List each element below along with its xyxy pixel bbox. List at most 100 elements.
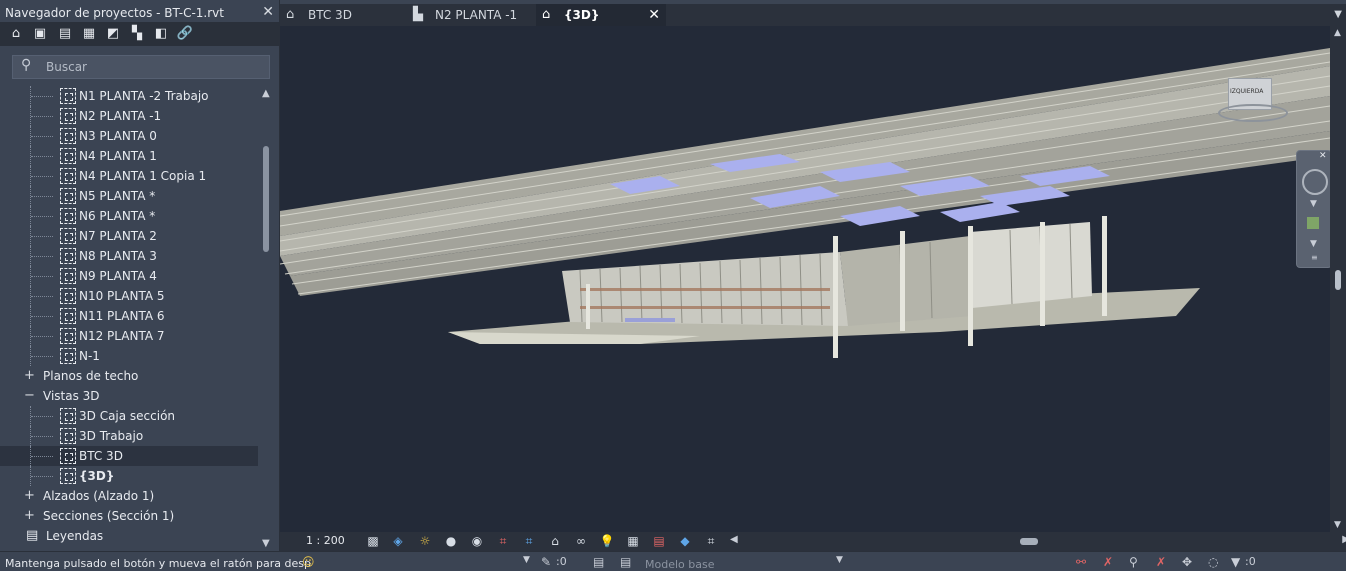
search-box[interactable]: ⚲ Buscar	[12, 55, 270, 79]
search-input[interactable]: Buscar	[46, 60, 87, 74]
link-icon[interactable]: 🔗	[176, 25, 194, 43]
tree-item[interactable]: N10 PLANTA 5	[0, 286, 258, 306]
tree-connector	[31, 116, 53, 117]
search-icon: ⚲	[21, 57, 32, 73]
viewport-vertical-scrollbar[interactable]: ▲ ▼	[1330, 26, 1346, 532]
steering-wheel-icon[interactable]	[1302, 169, 1328, 195]
views-icon[interactable]: ▣	[31, 25, 49, 43]
tree-item-label: Planos de techo	[43, 369, 139, 383]
3d-viewport[interactable]: IZQUIERDA	[280, 26, 1330, 532]
drag-elements-icon[interactable]: ✥	[1182, 555, 1192, 569]
highlight-displacement-icon[interactable]: ◆	[676, 533, 694, 550]
active-model[interactable]: Modelo base	[645, 558, 714, 571]
analytical-model-icon[interactable]: ▤	[650, 533, 668, 550]
tab-menu-icon[interactable]: ▼	[1334, 4, 1342, 26]
lock-3d-icon[interactable]: ⌂	[546, 533, 564, 550]
scale-selector[interactable]: 1 : 200	[306, 534, 345, 547]
temporary-hide-icon[interactable]: ∞	[572, 533, 590, 550]
tree-item[interactable]: {3D}	[0, 466, 258, 486]
view-icon	[60, 88, 76, 104]
show-crop-region-icon[interactable]: ⌗	[520, 533, 538, 550]
reveal-constraints-icon[interactable]: ⌗	[702, 533, 720, 550]
design-options-icon[interactable]: ▤	[593, 555, 604, 569]
scroll-up-icon[interactable]: ▲	[1334, 28, 1341, 38]
scroll-up-icon[interactable]: ▲	[262, 88, 270, 99]
tree-item[interactable]: 3D Trabajo	[0, 426, 258, 446]
view-icon	[60, 288, 76, 304]
tree-item[interactable]: + Alzados (Alzado 1)	[0, 486, 258, 506]
close-icon[interactable]: ✕	[1319, 151, 1327, 161]
tree-item[interactable]: N3 PLANTA 0	[0, 126, 258, 146]
tree-item[interactable]: N4 PLANTA 1 Copia 1	[0, 166, 258, 186]
tree-item[interactable]: N8 PLANTA 3	[0, 246, 258, 266]
sun-path-icon[interactable]: ☼	[416, 533, 434, 550]
scroll-right-icon[interactable]: ▶	[1342, 534, 1346, 545]
editable-only-icon[interactable]: ✎	[541, 555, 551, 569]
tree-item-label: N1 PLANTA -2 Trabajo	[79, 89, 209, 103]
tree-item[interactable]: BTC 3D	[0, 446, 258, 466]
scroll-thumb[interactable]	[1335, 270, 1341, 290]
tree-item[interactable]: N11 PLANTA 6	[0, 306, 258, 326]
revit-links-icon[interactable]: ◧	[152, 25, 170, 43]
expand-icon[interactable]: +	[24, 506, 35, 526]
rendering-icon[interactable]: ◉	[468, 533, 486, 550]
tree-item[interactable]: − Vistas 3D	[0, 386, 258, 406]
layers-icon[interactable]: ▤	[620, 555, 631, 569]
chevron-down-icon[interactable]: ▼	[1310, 239, 1317, 249]
close-icon[interactable]: ✕	[262, 4, 274, 20]
home-icon[interactable]: ⌂	[7, 25, 25, 43]
tree-item[interactable]: N2 PLANTA -1	[0, 106, 258, 126]
select-links-icon[interactable]: ⚯	[1076, 555, 1086, 569]
tree-item[interactable]: N9 PLANTA 4	[0, 266, 258, 286]
tree-item[interactable]: N12 PLANTA 7	[0, 326, 258, 346]
scroll-thumb[interactable]	[263, 146, 269, 252]
tree-connector	[31, 316, 53, 317]
chevron-down-icon[interactable]: ▼	[523, 555, 530, 565]
chevron-down-icon[interactable]: ▼	[836, 555, 843, 565]
filter-icon[interactable]: ▼	[1231, 555, 1240, 569]
tree-item[interactable]: N7 PLANTA 2	[0, 226, 258, 246]
browser-scrollbar[interactable]: ▲ ▼	[258, 86, 278, 551]
worksharing-icon[interactable]: ▦	[624, 533, 642, 550]
collapse-icon[interactable]: −	[24, 386, 35, 406]
tree-item[interactable]: + Planos de techo	[0, 366, 258, 386]
expand-icon[interactable]: +	[24, 366, 35, 386]
options-icon[interactable]: ≡	[1311, 253, 1318, 262]
tab-n2-planta[interactable]: ▙ N2 PLANTA -1	[407, 4, 535, 26]
tree-item[interactable]: + Secciones (Sección 1)	[0, 506, 258, 526]
schedules-icon[interactable]: ▦	[80, 25, 98, 43]
viewcube[interactable]: IZQUIERDA	[1218, 78, 1288, 122]
scroll-down-icon[interactable]: ▼	[262, 538, 270, 549]
expand-icon[interactable]: +	[24, 486, 35, 506]
tree-item[interactable]: N-1	[0, 346, 258, 366]
scroll-left-icon[interactable]: ◀	[730, 534, 738, 545]
sheets-icon[interactable]: ▤	[56, 25, 74, 43]
scroll-thumb[interactable]	[1020, 538, 1038, 545]
filter-count: :0	[1245, 555, 1256, 568]
tab-3d[interactable]: ⌂ {3D} ✕	[536, 4, 666, 26]
viewport-horizontal-scrollbar[interactable]: ◀ ▶	[726, 532, 1346, 551]
select-pinned-icon[interactable]: ⚲	[1129, 555, 1138, 569]
tab-btc-3d[interactable]: ⌂ BTC 3D	[280, 4, 405, 26]
tree-item[interactable]: 3D Caja sección	[0, 406, 258, 426]
tree-item[interactable]: N4 PLANTA 1	[0, 146, 258, 166]
viewcube-compass[interactable]	[1218, 104, 1288, 122]
select-by-face-icon[interactable]: ✗	[1156, 555, 1166, 569]
select-underlay-icon[interactable]: ✗	[1103, 555, 1113, 569]
close-tab-icon[interactable]: ✕	[648, 4, 660, 26]
groups-icon[interactable]: ▚	[128, 25, 146, 43]
crop-view-icon[interactable]: ⌗	[494, 533, 512, 550]
zoom-icon[interactable]	[1307, 217, 1319, 229]
tree-item[interactable]: N5 PLANTA *	[0, 186, 258, 206]
visual-style-icon[interactable]: ◈	[389, 533, 407, 550]
tree-item[interactable]: ▤ Leyendas	[0, 526, 258, 546]
scroll-down-icon[interactable]: ▼	[1334, 520, 1341, 530]
tree-item[interactable]: N6 PLANTA *	[0, 206, 258, 226]
reveal-hidden-icon[interactable]: 💡	[598, 533, 616, 550]
shadows-icon[interactable]: ●	[442, 533, 460, 550]
view-icon	[60, 228, 76, 244]
tree-item[interactable]: N1 PLANTA -2 Trabajo	[0, 86, 258, 106]
families-icon[interactable]: ◩	[104, 25, 122, 43]
chevron-down-icon[interactable]: ▼	[1310, 199, 1317, 209]
detail-level-icon[interactable]: ▩	[364, 533, 382, 550]
